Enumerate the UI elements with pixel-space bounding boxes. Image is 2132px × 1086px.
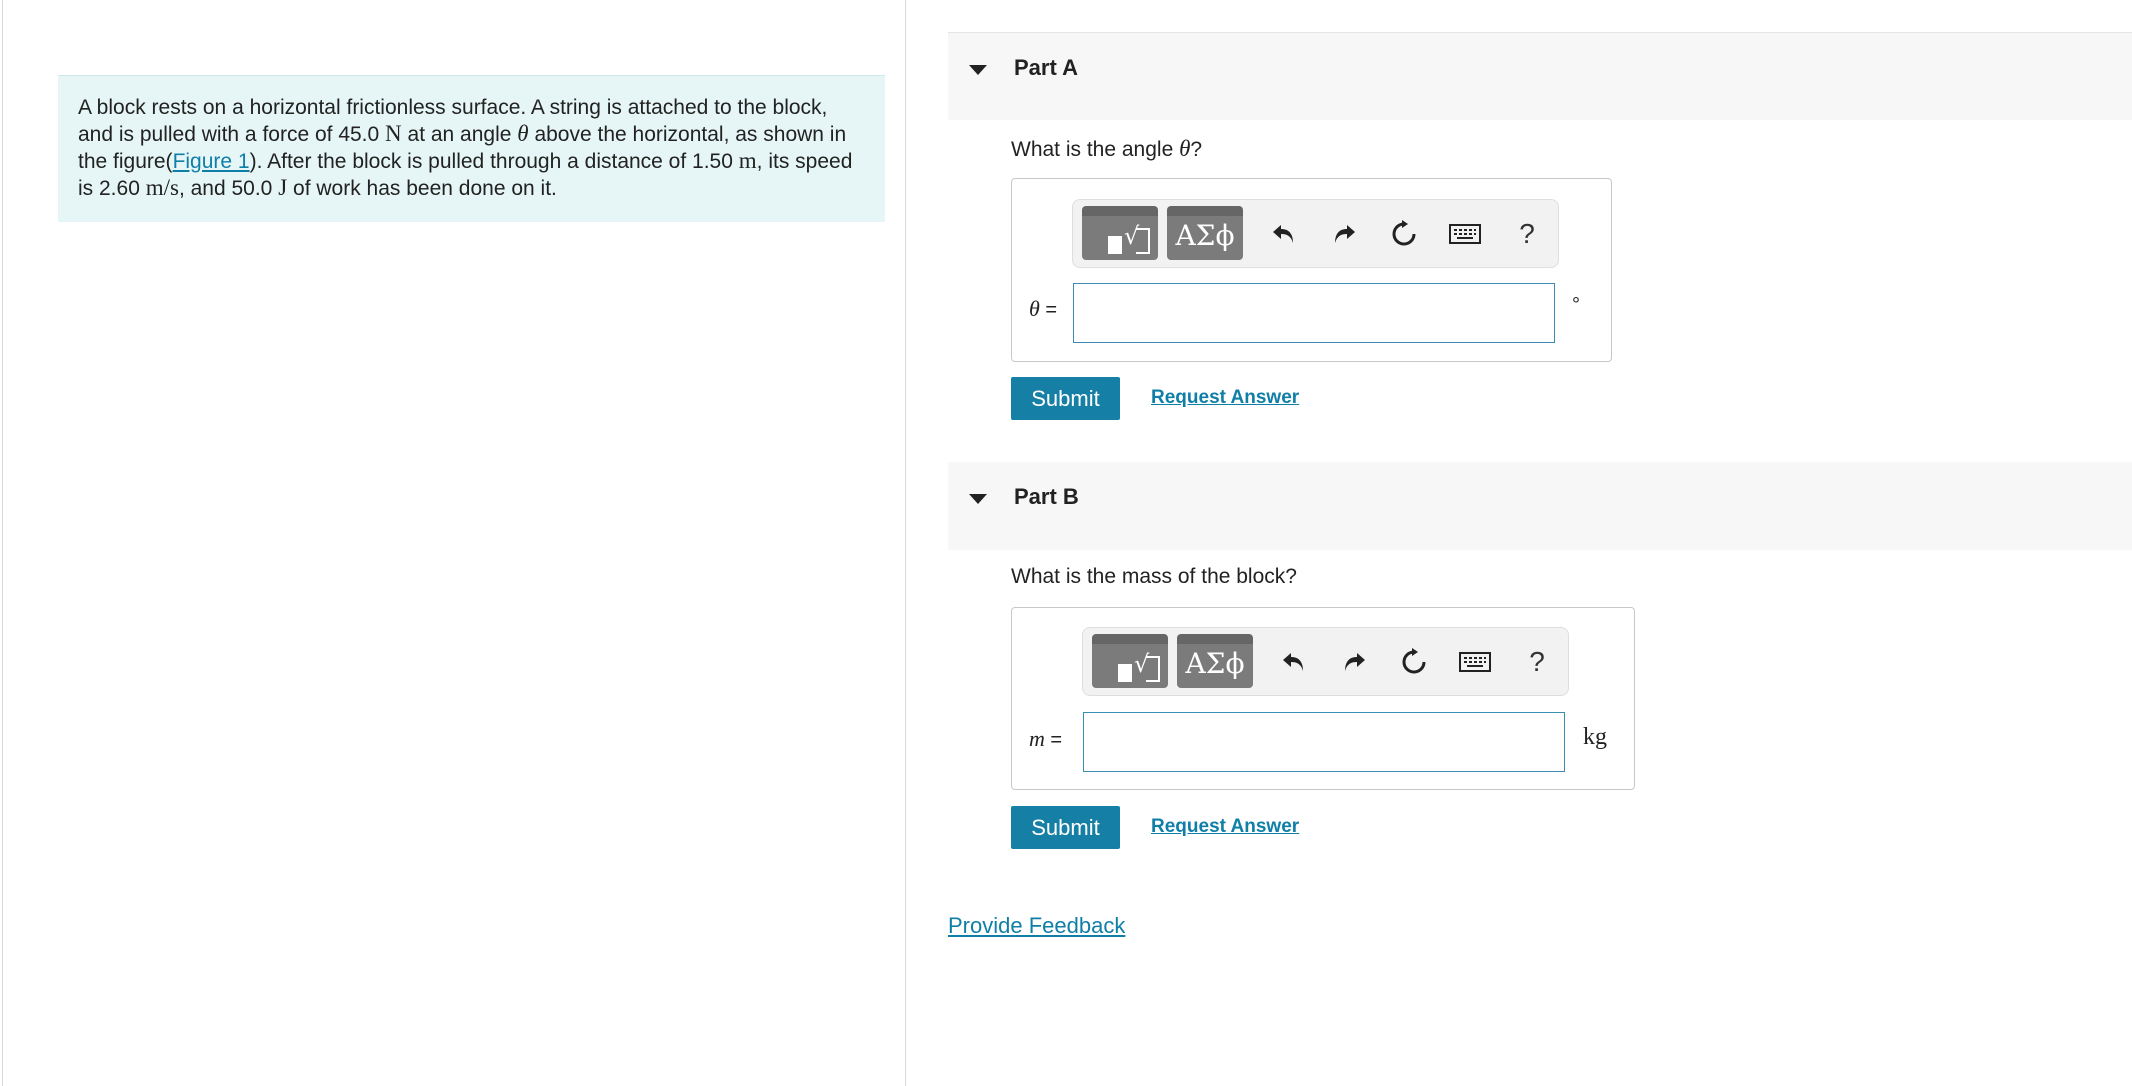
part-b-question: What is the mass of the block? (1011, 565, 1297, 588)
part-a-variable: θ = (1029, 296, 1057, 322)
help-icon[interactable]: ? (1519, 640, 1555, 684)
undo-icon[interactable] (1266, 212, 1302, 256)
greek-symbols-button[interactable]: ΑΣϕ (1167, 206, 1243, 260)
part-a-toolbar: √ ΑΣϕ ? (1072, 199, 1559, 268)
caret-down-icon[interactable] (969, 65, 987, 75)
reset-icon[interactable] (1386, 212, 1422, 256)
theta-symbol: θ (517, 121, 529, 146)
part-a-question-text: What is the angle (1011, 138, 1174, 161)
column-divider (905, 0, 906, 1086)
part-b-request-answer-link[interactable]: Request Answer (1151, 816, 1299, 838)
part-a-question-suffix: ? (1190, 138, 1203, 161)
part-a-question: What is the angle θ? (1011, 136, 1202, 162)
part-a-question-var: θ (1179, 136, 1191, 161)
part-a-title: Part A (1014, 55, 1078, 80)
greek-symbols-button[interactable]: ΑΣϕ (1177, 634, 1253, 688)
unit-meter: m (738, 148, 757, 173)
keyboard-icon[interactable] (1445, 212, 1485, 256)
templates-icon[interactable]: √ (1082, 206, 1158, 260)
problem-text-4: ). After the block is pulled through a d… (249, 150, 733, 173)
figure-link[interactable]: Figure 1 (173, 150, 250, 173)
part-a-header[interactable]: Part A (948, 32, 2132, 120)
reset-icon[interactable] (1396, 640, 1432, 684)
part-b-equals: = (1050, 729, 1063, 751)
unit-newton: N (385, 121, 402, 146)
part-a-answer-box: √ ΑΣϕ ? θ = ° (1011, 178, 1612, 362)
undo-icon[interactable] (1276, 640, 1312, 684)
part-b-answer-box: √ ΑΣϕ ? m = kg (1011, 607, 1635, 790)
page: A block rests on a horizontal frictionle… (0, 0, 2132, 1086)
part-a-request-answer-link[interactable]: Request Answer (1151, 387, 1299, 409)
templates-icon[interactable]: √ (1092, 634, 1168, 688)
keyboard-icon[interactable] (1455, 640, 1495, 684)
part-a-unit: ° (1572, 294, 1580, 316)
problem-statement: A block rests on a horizontal frictionle… (58, 75, 885, 222)
unit-joule: J (278, 175, 288, 200)
part-b-toolbar: √ ΑΣϕ ? (1082, 627, 1569, 696)
part-b-answer-input[interactable] (1083, 712, 1565, 772)
part-a-var-symbol: θ (1029, 296, 1040, 321)
provide-feedback-link[interactable]: Provide Feedback (948, 913, 1125, 939)
part-a-submit-button[interactable]: Submit (1011, 377, 1120, 420)
part-b-title: Part B (1014, 484, 1079, 509)
problem-text-6: , and 50.0 (178, 177, 273, 200)
problem-text-7: of work has been done on it. (293, 177, 557, 200)
redo-icon[interactable] (1336, 640, 1372, 684)
part-b-header[interactable]: Part B (948, 462, 2132, 550)
part-b-submit-button[interactable]: Submit (1011, 806, 1120, 849)
part-a-answer-input[interactable] (1073, 283, 1555, 343)
part-a-equals: = (1045, 299, 1057, 321)
part-b-variable: m = (1029, 726, 1062, 752)
part-b-unit: kg (1583, 724, 1607, 750)
redo-icon[interactable] (1326, 212, 1362, 256)
unit-meters-per-second: m/s (145, 175, 179, 200)
problem-text-2: at an angle (407, 123, 512, 146)
part-b-var-symbol: m (1029, 726, 1045, 751)
help-icon[interactable]: ? (1509, 212, 1545, 256)
left-border (2, 0, 3, 1086)
caret-down-icon[interactable] (969, 494, 987, 504)
